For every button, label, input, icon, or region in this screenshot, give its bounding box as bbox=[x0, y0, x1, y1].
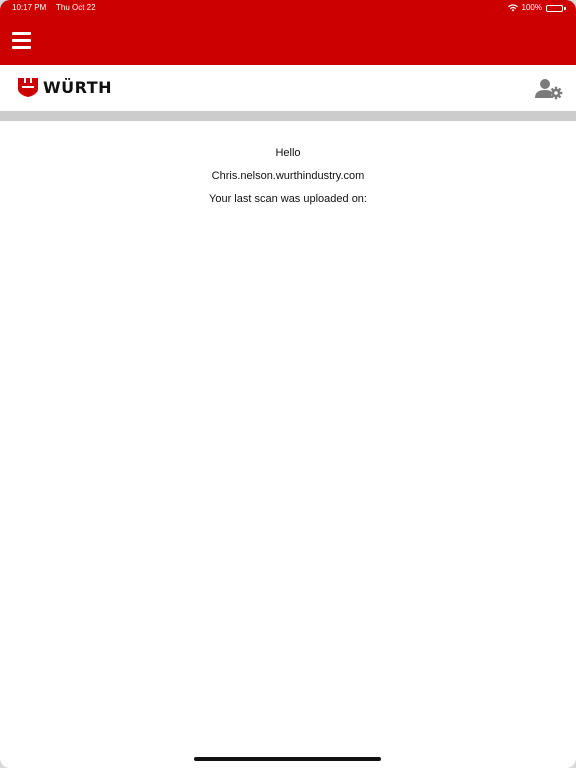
status-date: Thu Oct 22 bbox=[56, 3, 96, 12]
status-indicators: 100% bbox=[507, 0, 566, 16]
hamburger-menu-button[interactable] bbox=[12, 32, 31, 50]
header-divider bbox=[0, 111, 576, 121]
wurth-logo: WÜRTH bbox=[18, 78, 112, 97]
last-scan-text: Your last scan was uploaded on: bbox=[209, 193, 367, 205]
main-content: Hello Chris.nelson.wurthindustry.com You… bbox=[0, 121, 576, 741]
wurth-logo-text: WÜRTH bbox=[43, 78, 113, 97]
hamburger-icon bbox=[12, 32, 31, 35]
status-time: 10:17 PM bbox=[12, 3, 47, 12]
user-settings-button[interactable] bbox=[535, 78, 563, 100]
battery-icon bbox=[546, 4, 566, 12]
status-bar: 10:17 PM Thu Oct 22 100% bbox=[0, 0, 576, 16]
app-screen: 10:17 PM Thu Oct 22 100% WÜRTH Hello Chr… bbox=[0, 0, 576, 768]
user-settings-icon bbox=[535, 79, 563, 100]
home-indicator[interactable] bbox=[194, 757, 381, 761]
greeting-hello: Hello bbox=[275, 147, 301, 159]
battery-percent: 100% bbox=[521, 3, 542, 12]
wurth-logo-mark-icon bbox=[18, 78, 38, 97]
user-email: Chris.nelson.wurthindustry.com bbox=[211, 170, 365, 182]
brand-header: WÜRTH bbox=[0, 65, 576, 111]
top-nav-bar bbox=[0, 16, 576, 65]
wifi-icon bbox=[507, 4, 518, 12]
